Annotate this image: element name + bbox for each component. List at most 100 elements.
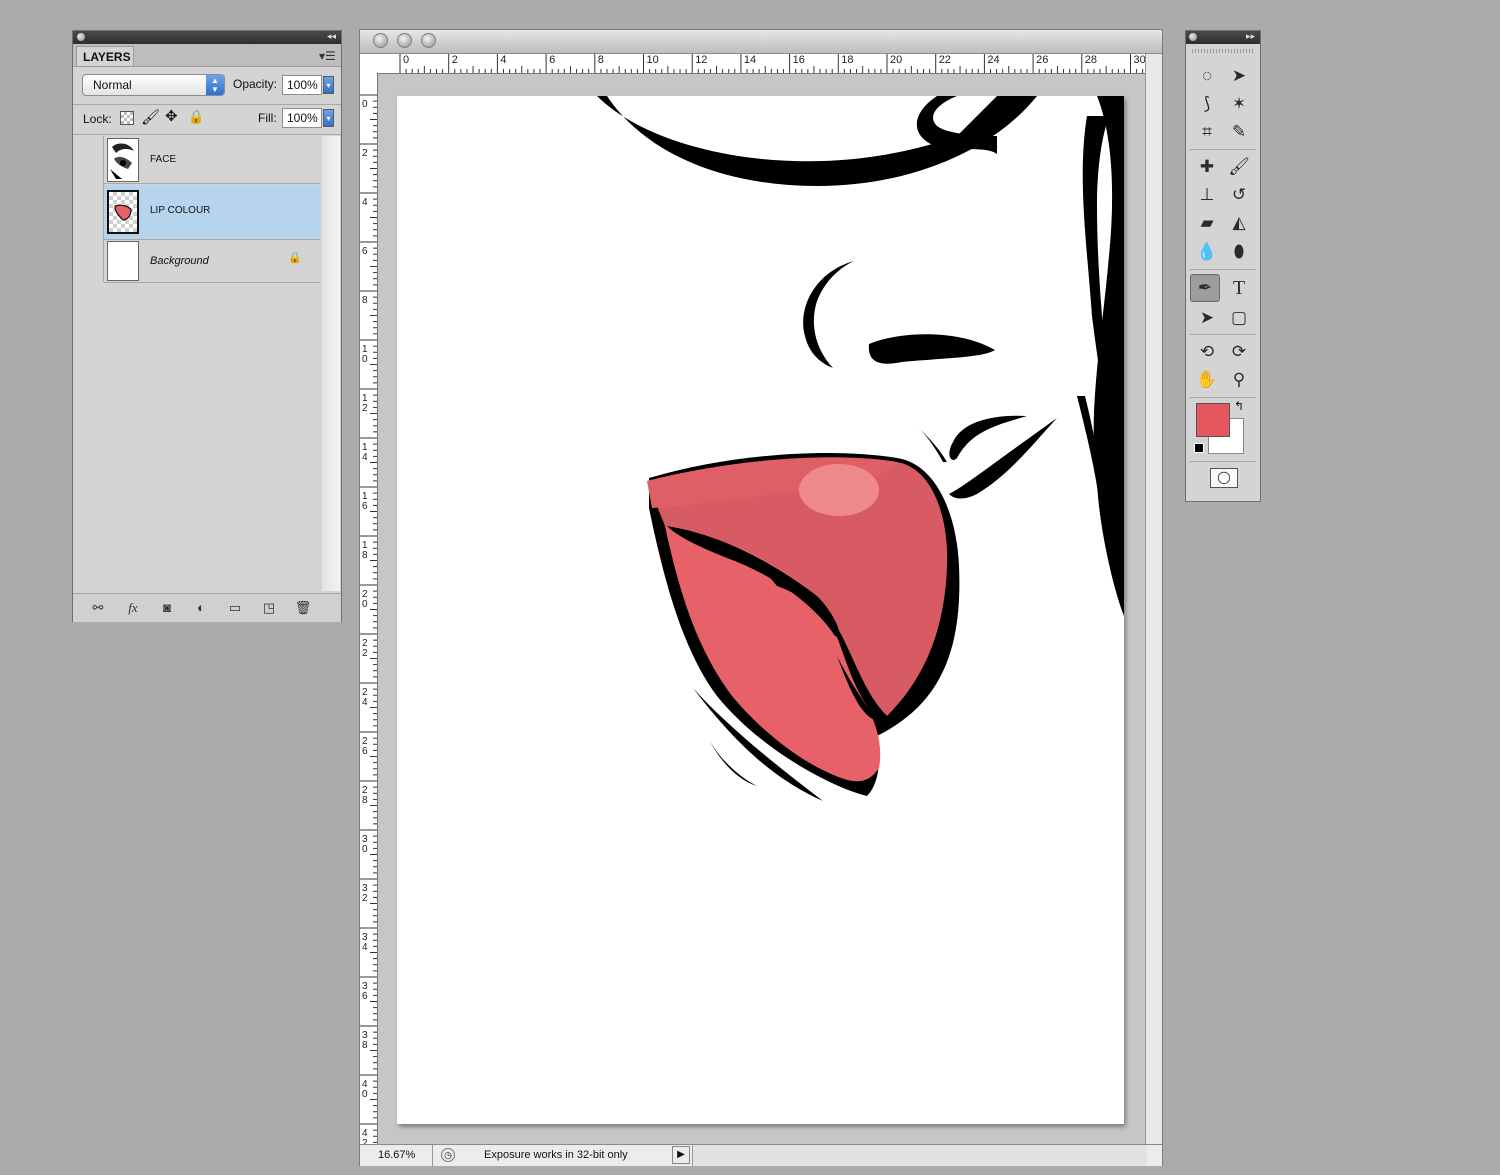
ruler-origin[interactable] — [360, 54, 378, 74]
layer-row-background[interactable]: Background 🔒 — [104, 241, 320, 283]
status-text: Exposure works in 32-bit only — [484, 1149, 628, 1161]
lock-position-icon[interactable]: ✥ — [165, 107, 178, 125]
layer-name[interactable]: LIP COLOUR — [150, 205, 210, 216]
close-icon[interactable] — [77, 33, 85, 41]
paint-bucket-icon[interactable]: ◭ — [1226, 210, 1252, 236]
ruler-label: 6 — [549, 54, 555, 66]
divider — [1190, 461, 1256, 462]
opacity-label: Opacity: — [233, 77, 278, 91]
lock-label: Lock: — [83, 112, 112, 126]
link-icon[interactable]: ⚯ — [88, 600, 108, 616]
lock-image-icon[interactable]: 🖌 — [141, 108, 160, 126]
ruler-label: 4 — [500, 54, 506, 66]
zoom-icon[interactable]: ⚲ — [1226, 367, 1252, 393]
mask-icon[interactable]: ◙ — [157, 600, 177, 615]
ruler-label: 12 — [695, 54, 707, 66]
panel-menu-icon[interactable]: ▾☰ — [319, 49, 336, 63]
document-titlebar[interactable] — [360, 30, 1162, 54]
move-icon[interactable]: ➤ — [1226, 63, 1252, 89]
marquee-icon[interactable]: ◌ — [1194, 63, 1220, 89]
divider — [1190, 334, 1256, 335]
document-window: 0 2 4 6 8 10 12 14 16 18 20 22 24 26 28 30 024681012141… — [359, 29, 1163, 1166]
divider — [1190, 269, 1256, 270]
layers-list: FACE LIP COLOUR Background 🔒 — [103, 136, 320, 283]
zoom-level[interactable]: 16.67% — [378, 1149, 415, 1161]
layers-titlebar[interactable]: ◂◂ — [73, 31, 341, 44]
foreground-color-swatch[interactable] — [1196, 403, 1230, 437]
lasso-icon[interactable]: ⟆ — [1194, 91, 1220, 117]
magic-wand-icon[interactable]: ✶ — [1226, 91, 1252, 117]
dodge-icon[interactable]: ⬮ — [1226, 239, 1252, 265]
blend-mode-dropdown[interactable]: Normal ▲ ▼ — [82, 74, 225, 96]
layer-name[interactable]: FACE — [150, 154, 176, 165]
nostril-shape — [868, 334, 995, 364]
3d-orbit-icon[interactable]: ⟳ — [1226, 339, 1252, 365]
path-selection-icon[interactable]: ➤ — [1194, 305, 1220, 331]
adjustment-icon[interactable]: ◐ — [191, 600, 211, 615]
fill-slider-button[interactable]: ▾ — [323, 109, 334, 127]
healing-brush-icon[interactable]: ✚ — [1194, 154, 1220, 180]
layer-name[interactable]: Background — [150, 255, 209, 267]
3d-rotate-icon[interactable]: ⟲ — [1194, 339, 1220, 365]
opacity-slider-button[interactable]: ▾ — [323, 76, 334, 94]
divider — [73, 104, 341, 105]
ruler-label: 2 — [362, 148, 368, 159]
fill-field[interactable]: 100% — [282, 108, 322, 128]
folder-icon[interactable]: ▭ — [225, 600, 245, 616]
opacity-field[interactable]: 100% — [282, 75, 322, 95]
new-layer-icon[interactable]: ◳ — [259, 600, 279, 616]
eyedropper-icon[interactable]: ✎ — [1226, 119, 1252, 145]
layers-footer: ⚯ fx ◙ ◐ ▭ ◳ 🗑 — [73, 593, 341, 622]
ruler-label: 18 — [841, 54, 853, 66]
clone-stamp-icon[interactable]: ⊥ — [1194, 182, 1220, 208]
grip[interactable] — [1192, 49, 1254, 53]
artboard[interactable] — [397, 96, 1124, 1124]
chevron-updown-icon: ▲ ▼ — [206, 75, 224, 95]
collapse-icon[interactable]: ◂◂ — [327, 31, 336, 42]
default-colors-icon[interactable] — [1194, 443, 1204, 453]
ruler-label: 2 — [362, 403, 368, 414]
history-brush-icon[interactable]: ↺ — [1226, 182, 1252, 208]
divider — [1190, 397, 1256, 398]
tools-titlebar[interactable]: ▸▸ — [1186, 31, 1260, 44]
expand-icon[interactable]: ▸▸ — [1246, 31, 1255, 42]
canvas-area[interactable] — [378, 74, 1145, 1152]
status-menu-arrow-icon[interactable]: ▶ — [672, 1146, 690, 1164]
vertical-scrollbar[interactable] — [1145, 54, 1162, 1152]
philtrum-stroke — [917, 426, 947, 462]
horizontal-scrollbar[interactable] — [692, 1145, 1147, 1166]
shape-icon[interactable]: ▢ — [1226, 305, 1252, 331]
close-icon[interactable] — [1189, 33, 1197, 41]
blur-icon[interactable]: 💧 — [1194, 239, 1220, 265]
status-options-icon[interactable]: ◷ — [441, 1148, 455, 1162]
lock-transparent-icon[interactable] — [120, 111, 134, 125]
divider — [432, 1145, 433, 1166]
close-window-button[interactable] — [373, 33, 388, 48]
trash-icon[interactable]: 🗑 — [293, 600, 313, 616]
lock-all-icon[interactable]: 🔒 — [188, 109, 204, 125]
layer-thumbnail — [107, 190, 139, 234]
minimize-window-button[interactable] — [397, 33, 412, 48]
swap-colors-icon[interactable]: ↰ — [1234, 399, 1244, 413]
ruler-label: 2 — [452, 54, 458, 66]
layer-row-lip-colour[interactable]: LIP COLOUR — [104, 185, 320, 240]
quick-mask-icon[interactable]: ◯ — [1210, 468, 1238, 488]
crop-icon[interactable]: ⌗ — [1194, 119, 1220, 145]
ruler-label: 24 — [987, 54, 999, 66]
vertical-ruler[interactable]: 024681012141618202224262830323436384042 — [360, 73, 378, 1152]
horizontal-ruler[interactable]: 0 2 4 6 8 10 12 14 16 18 20 22 24 26 28 30 — [377, 54, 1145, 74]
tools-panel: ▸▸ ◌ ➤ ⟆ ✶ ⌗ ✎ ✚ 🖌 ⊥ ↺ ▰ ◭ 💧 ⬮ ✒ T ➤ ▢ ⟲… — [1185, 30, 1261, 502]
brush-icon[interactable]: 🖌 — [1226, 154, 1252, 180]
layers-scrollbar[interactable] — [322, 136, 340, 591]
type-icon[interactable]: T — [1226, 275, 1252, 301]
zoom-window-button[interactable] — [421, 33, 436, 48]
ruler-label: 0 — [362, 354, 368, 365]
ruler-label: 14 — [744, 54, 756, 66]
eraser-icon[interactable]: ▰ — [1194, 210, 1220, 236]
ruler-label: 8 — [598, 54, 604, 66]
tab-layers[interactable]: LAYERS — [76, 46, 134, 66]
fx-icon[interactable]: fx — [123, 600, 143, 616]
pen-icon[interactable]: ✒ — [1190, 274, 1220, 302]
layer-row-face[interactable]: FACE — [104, 136, 320, 184]
hand-icon[interactable]: ✋ — [1194, 367, 1220, 393]
